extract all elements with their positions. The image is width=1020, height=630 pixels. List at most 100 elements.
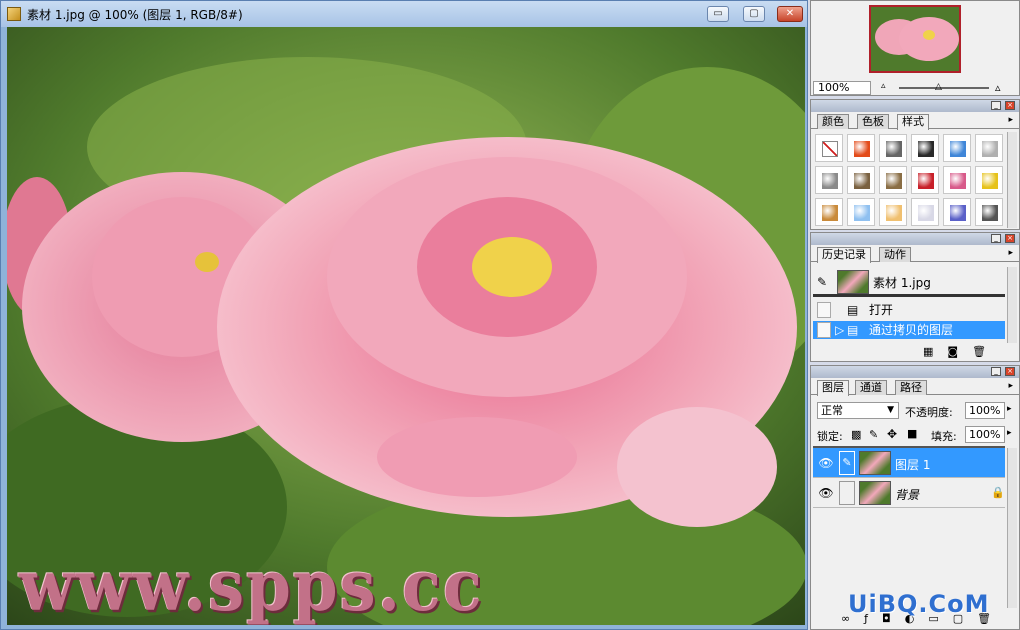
styles-panel-titlebar[interactable]: _ × bbox=[811, 100, 1019, 112]
tab-styles[interactable]: 样式 bbox=[897, 114, 929, 130]
new-document-from-state-icon[interactable]: ▦ bbox=[923, 345, 933, 358]
fill-arrow-icon[interactable]: ▸ bbox=[1007, 428, 1012, 438]
layer-link-box[interactable] bbox=[839, 481, 855, 505]
style-preview-icon bbox=[822, 205, 838, 221]
layer-name[interactable]: 背景 bbox=[895, 486, 919, 503]
panel-close-icon[interactable]: × bbox=[1005, 101, 1015, 110]
lock-all-icon[interactable]: ■ bbox=[907, 427, 917, 440]
style-preview-icon bbox=[886, 173, 902, 189]
styles-scrollbar[interactable] bbox=[1007, 132, 1017, 228]
style-swatch[interactable] bbox=[911, 166, 939, 194]
style-swatch[interactable] bbox=[879, 198, 907, 226]
history-item-label: 通过拷贝的图层 bbox=[869, 323, 954, 337]
history-step-icon: ▤ bbox=[847, 303, 859, 317]
panel-minimize-icon[interactable]: _ bbox=[991, 367, 1001, 376]
layer-row-selected[interactable]: 👁 ✎ 图层 1 bbox=[813, 448, 1005, 478]
fill-field[interactable]: 100% bbox=[965, 426, 1005, 443]
navigator-thumbnail[interactable] bbox=[869, 5, 961, 73]
tab-channels[interactable]: 通道 bbox=[855, 380, 887, 395]
lock-image-brush-icon[interactable]: ✎ bbox=[869, 428, 878, 441]
style-swatch[interactable] bbox=[975, 198, 1003, 226]
restore-button[interactable]: ▢ bbox=[743, 6, 765, 22]
style-preview-icon bbox=[918, 141, 934, 157]
opacity-field[interactable]: 100% bbox=[965, 402, 1005, 419]
zoom-slider-knob[interactable]: △ bbox=[935, 82, 942, 92]
lock-icon: 🔒 bbox=[991, 486, 1005, 499]
zoom-out-icon[interactable]: ▵ bbox=[881, 81, 886, 91]
layers-tabs: 图层 通道 路径 ▸ bbox=[811, 378, 1019, 396]
tab-actions[interactable]: 动作 bbox=[879, 247, 911, 262]
style-preview-icon bbox=[950, 141, 966, 157]
panel-close-icon[interactable]: × bbox=[1005, 367, 1015, 376]
style-swatch[interactable] bbox=[847, 134, 875, 162]
fill-label: 填充: bbox=[931, 430, 957, 443]
panel-minimize-icon[interactable]: _ bbox=[991, 234, 1001, 243]
style-preview-icon bbox=[822, 173, 838, 189]
tab-layers[interactable]: 图层 bbox=[817, 380, 849, 396]
zoom-in-icon[interactable]: ▵ bbox=[995, 81, 1001, 94]
trash-icon[interactable]: 🗑 bbox=[972, 345, 986, 358]
history-checkbox[interactable] bbox=[817, 322, 831, 338]
document-window: 素材 1.jpg @ 100% (图层 1, RGB/8#) ▭ ▢ ✕ www… bbox=[0, 0, 808, 630]
history-panel-titlebar[interactable]: _ × bbox=[811, 233, 1019, 245]
panel-menu-icon[interactable]: ▸ bbox=[1008, 115, 1013, 125]
styles-panel: _ × 颜色 色板 样式 ▸ bbox=[810, 99, 1020, 230]
history-item[interactable]: ▤ 打开 bbox=[813, 301, 1005, 319]
style-swatch[interactable] bbox=[879, 134, 907, 162]
layer-thumbnail bbox=[859, 451, 891, 475]
eye-visibility-icon[interactable]: 👁 bbox=[817, 456, 835, 470]
style-swatch[interactable] bbox=[815, 134, 843, 162]
history-checkbox[interactable] bbox=[817, 302, 831, 318]
layers-scrollbar[interactable] bbox=[1007, 448, 1017, 608]
style-swatch[interactable] bbox=[847, 166, 875, 194]
style-swatch[interactable] bbox=[975, 166, 1003, 194]
image-canvas[interactable]: www.spps.cc bbox=[7, 27, 805, 625]
history-scrollbar[interactable] bbox=[1007, 267, 1017, 343]
blend-mode-select[interactable]: 正常 ▼ bbox=[817, 402, 899, 419]
style-swatch[interactable] bbox=[879, 166, 907, 194]
panel-minimize-icon[interactable]: _ bbox=[991, 101, 1001, 110]
zoom-slider[interactable] bbox=[899, 87, 989, 89]
style-preview-icon bbox=[982, 141, 998, 157]
style-swatch[interactable] bbox=[815, 198, 843, 226]
style-swatch[interactable] bbox=[815, 166, 843, 194]
tab-paths[interactable]: 路径 bbox=[895, 380, 927, 395]
no-style-icon bbox=[822, 141, 838, 157]
history-snapshot[interactable]: ✎ 素材 1.jpg bbox=[813, 267, 1005, 297]
style-swatch[interactable] bbox=[847, 198, 875, 226]
style-swatch[interactable] bbox=[911, 134, 939, 162]
minimize-button[interactable]: ▭ bbox=[707, 6, 729, 22]
style-preview-icon bbox=[982, 173, 998, 189]
style-swatch[interactable] bbox=[975, 134, 1003, 162]
brush-link-icon[interactable]: ✎ bbox=[839, 451, 855, 475]
zoom-field[interactable]: 100% bbox=[813, 81, 871, 95]
lock-transparency-icon[interactable]: ▩ bbox=[851, 428, 861, 441]
layer-row[interactable]: 👁 背景 🔒 bbox=[813, 478, 1005, 508]
panel-menu-icon[interactable]: ▸ bbox=[1008, 248, 1013, 258]
style-swatch[interactable] bbox=[943, 198, 971, 226]
new-snapshot-icon[interactable]: ◙ bbox=[947, 345, 958, 358]
style-swatch[interactable] bbox=[943, 166, 971, 194]
history-item-selected[interactable]: ▷ ▤ 通过拷贝的图层 bbox=[813, 321, 1005, 339]
tab-history[interactable]: 历史记录 bbox=[817, 247, 871, 263]
panel-menu-icon[interactable]: ▸ bbox=[1008, 381, 1013, 391]
history-item-label: 打开 bbox=[869, 303, 894, 317]
style-preview-icon bbox=[854, 205, 870, 221]
layers-panel-titlebar[interactable]: _ × bbox=[811, 366, 1019, 378]
layer-thumbnail bbox=[859, 481, 891, 505]
tab-swatches[interactable]: 色板 bbox=[857, 114, 889, 129]
eye-visibility-icon[interactable]: 👁 bbox=[817, 486, 835, 500]
layer-name[interactable]: 图层 1 bbox=[895, 456, 930, 473]
opacity-arrow-icon[interactable]: ▸ bbox=[1007, 404, 1012, 414]
style-swatch[interactable] bbox=[943, 134, 971, 162]
panel-close-icon[interactable]: × bbox=[1005, 234, 1015, 243]
close-button[interactable]: ✕ bbox=[777, 6, 803, 22]
history-brush-icon[interactable]: ✎ bbox=[817, 275, 827, 289]
tab-color[interactable]: 颜色 bbox=[817, 114, 849, 129]
style-preview-icon bbox=[918, 173, 934, 189]
navigator-panel: 100% ▵ △ ▵ bbox=[810, 0, 1020, 96]
lock-position-move-icon[interactable]: ✥ bbox=[887, 427, 897, 441]
watermark-text: www.spps.cc bbox=[19, 545, 484, 625]
document-titlebar[interactable]: 素材 1.jpg @ 100% (图层 1, RGB/8#) ▭ ▢ ✕ bbox=[1, 1, 807, 27]
style-swatch[interactable] bbox=[911, 198, 939, 226]
